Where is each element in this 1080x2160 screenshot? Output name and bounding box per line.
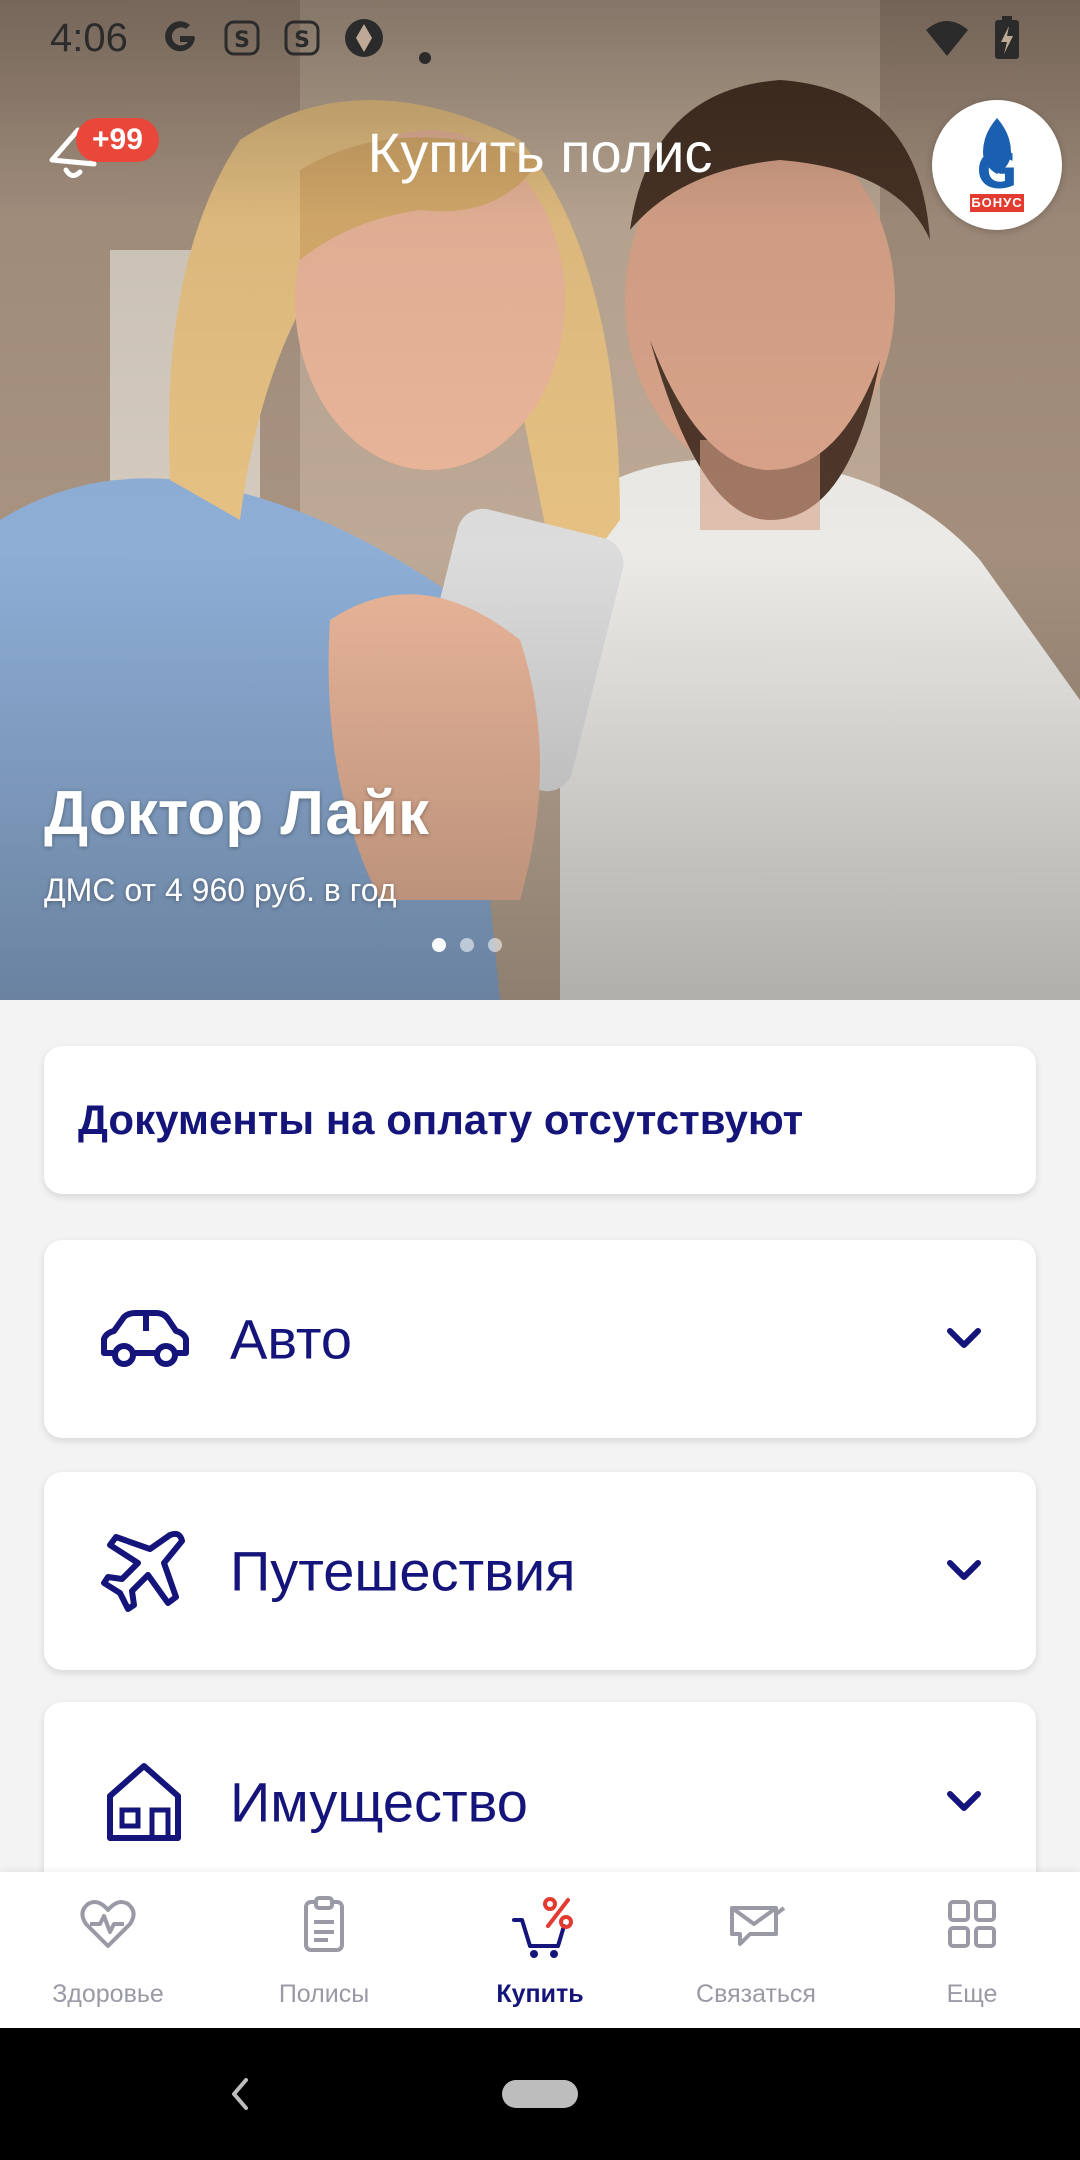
cart-percent-icon [512, 1897, 573, 1958]
nav-health[interactable]: Здоровье [0, 1872, 216, 2028]
nav-label: Купить [496, 1980, 584, 2008]
bonus-logo-text: БОНУС [970, 194, 1024, 212]
system-navigation-bar [0, 2028, 1080, 2160]
status-time: 4:06 [50, 16, 128, 60]
system-back-icon[interactable] [228, 2076, 250, 2112]
promo-banner[interactable]: 4:06 S S +99 Купить полис G БОНУС Доктор… [0, 0, 1080, 1000]
promo-title: Доктор Лайк [44, 779, 430, 848]
category-label: Имущество [230, 1770, 528, 1834]
carousel-dot[interactable] [488, 938, 502, 952]
page-title: Купить полис [367, 121, 713, 184]
system-home-pill[interactable] [502, 2080, 578, 2108]
nav-label: Еще [946, 1980, 998, 2008]
car-icon [101, 1310, 189, 1367]
clipboard-icon [304, 1896, 344, 1952]
aperture-icon [342, 16, 386, 70]
battery-charging-icon [994, 16, 1020, 70]
notification-s-icon: S [222, 16, 262, 70]
chevron-down-icon[interactable] [942, 1780, 986, 1824]
chevron-down-icon[interactable] [942, 1549, 986, 1593]
chevron-down-icon[interactable] [942, 1317, 986, 1361]
payment-documents-card[interactable]: Документы на оплату отсутствуют [44, 1046, 1036, 1194]
dot-icon [418, 32, 432, 75]
chat-envelope-icon [730, 1906, 786, 1946]
nav-label: Полисы [278, 1980, 370, 2008]
bottom-navigation: Здоровье Полисы Купить Связаться Еще [0, 1872, 1080, 2028]
carousel-dot[interactable] [460, 938, 474, 952]
grid-icon [948, 1900, 996, 1948]
nav-label: Связаться [696, 1980, 816, 2008]
bonus-logo-button[interactable]: G БОНУС [932, 100, 1062, 230]
airplane-icon [101, 1530, 185, 1612]
payment-documents-text: Документы на оплату отсутствуют [78, 1096, 804, 1143]
house-icon [107, 1763, 181, 1841]
nav-policies[interactable]: Полисы [216, 1872, 432, 2028]
category-travel[interactable]: Путешествия [44, 1472, 1036, 1670]
nav-contact[interactable]: Связаться [648, 1872, 864, 2028]
svg-text:S: S [234, 28, 250, 53]
svg-text:S: S [294, 28, 310, 53]
wifi-icon [924, 18, 970, 68]
status-bar: 4:06 S S [0, 0, 1080, 80]
category-label: Путешествия [230, 1539, 576, 1603]
nav-buy[interactable]: Купить [432, 1872, 648, 2028]
carousel-dot[interactable] [432, 938, 446, 952]
gazprom-flame-icon: G [976, 118, 1018, 194]
promo-subtitle: ДМС от 4 960 руб. в год [44, 872, 397, 908]
svg-text:G: G [976, 142, 1017, 194]
carousel-dots [432, 938, 502, 952]
nav-label: Здоровье [52, 1980, 164, 2008]
category-auto[interactable]: Авто [44, 1240, 1036, 1438]
category-label: Авто [230, 1307, 353, 1371]
heart-pulse-icon [80, 1900, 136, 1948]
google-icon [158, 16, 202, 70]
notification-s-icon: S [282, 16, 322, 70]
nav-more[interactable]: Еще [864, 1872, 1080, 2028]
